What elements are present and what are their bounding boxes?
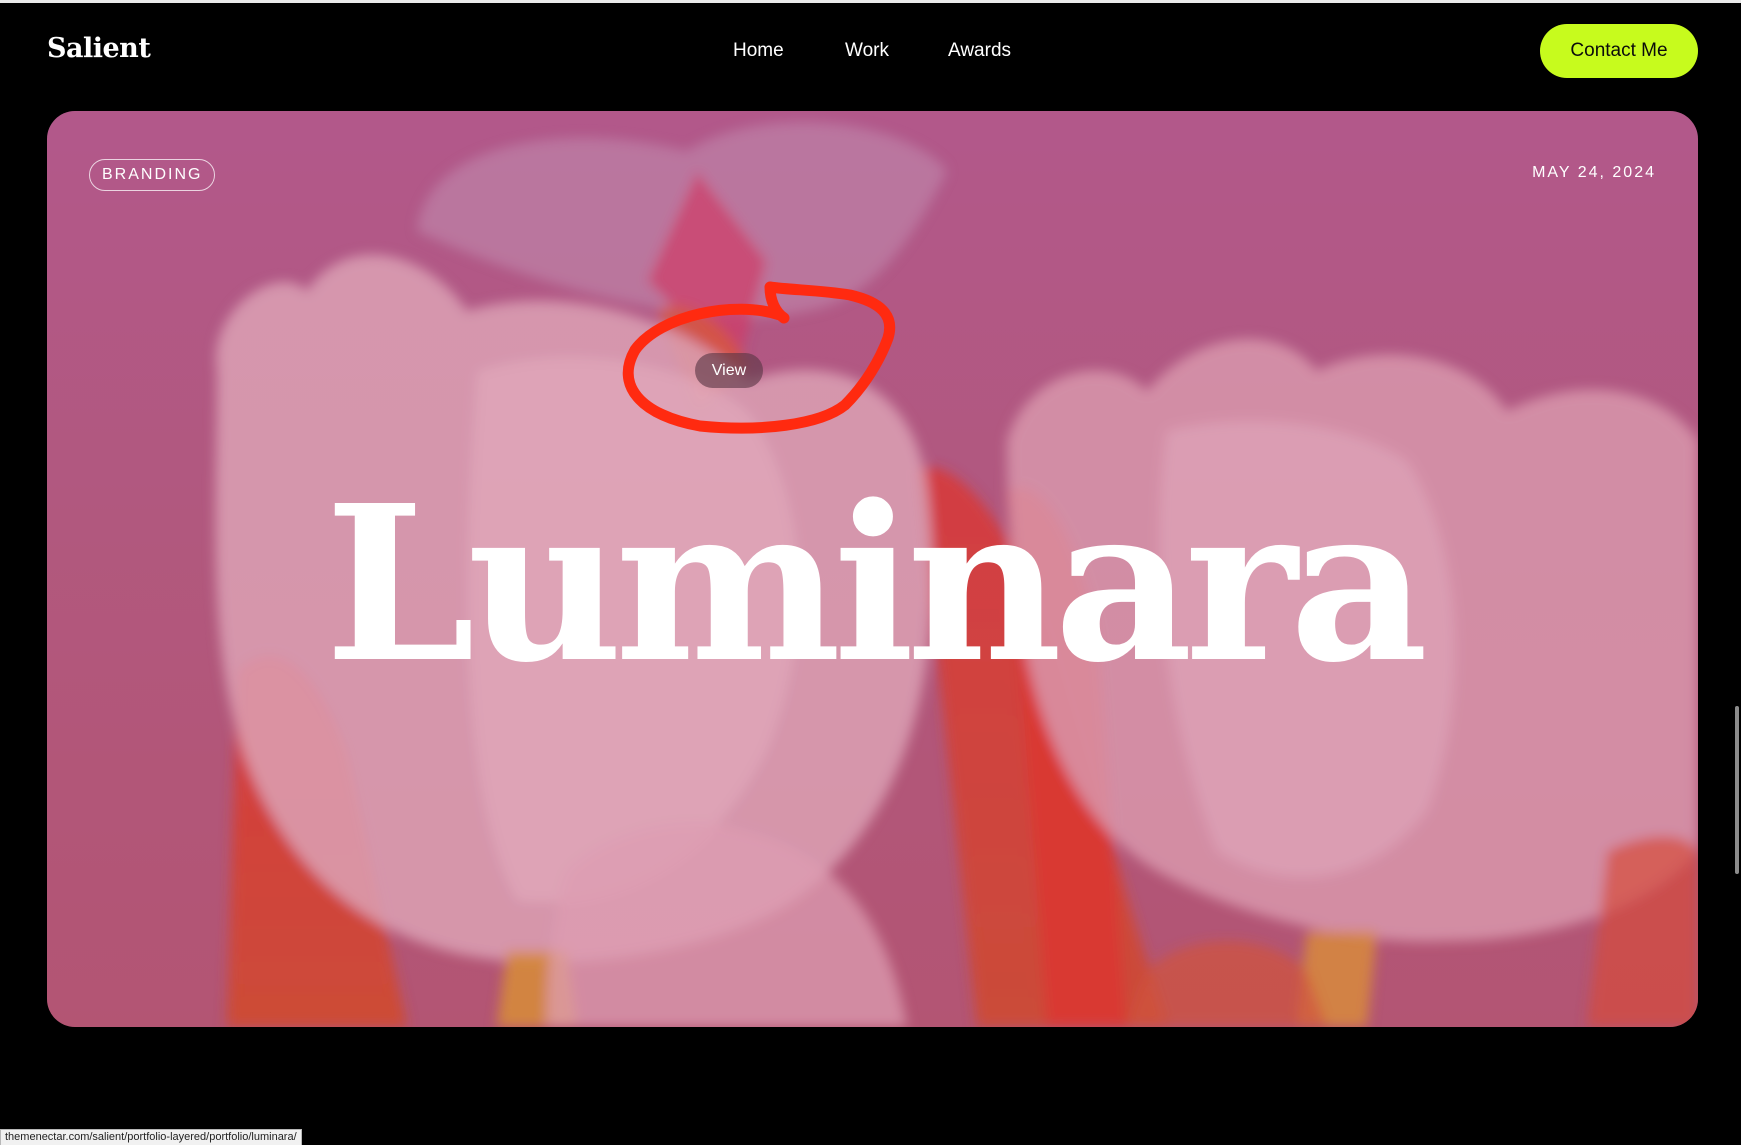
post-date: MAY 24, 2024 (1532, 164, 1656, 181)
view-button[interactable]: View (695, 353, 763, 388)
page: Salient Home Work Awards Contact Me BRAN… (0, 0, 1741, 1145)
portfolio-hero-card[interactable]: BRANDING MAY 24, 2024 Luminara View (47, 111, 1698, 1027)
status-bar-url: themenectar.com/salient/portfolio-layere… (0, 1129, 302, 1145)
contact-me-button[interactable]: Contact Me (1540, 24, 1698, 78)
nav-awards[interactable]: Awards (948, 39, 1011, 63)
page-scrollbar[interactable] (1735, 706, 1739, 874)
main-nav: Home Work Awards (0, 39, 1741, 69)
category-tag[interactable]: BRANDING (89, 159, 216, 191)
nav-home[interactable]: Home (733, 39, 784, 63)
top-divider (0, 0, 1741, 3)
project-title[interactable]: Luminara (47, 465, 1698, 705)
nav-work[interactable]: Work (845, 39, 889, 63)
